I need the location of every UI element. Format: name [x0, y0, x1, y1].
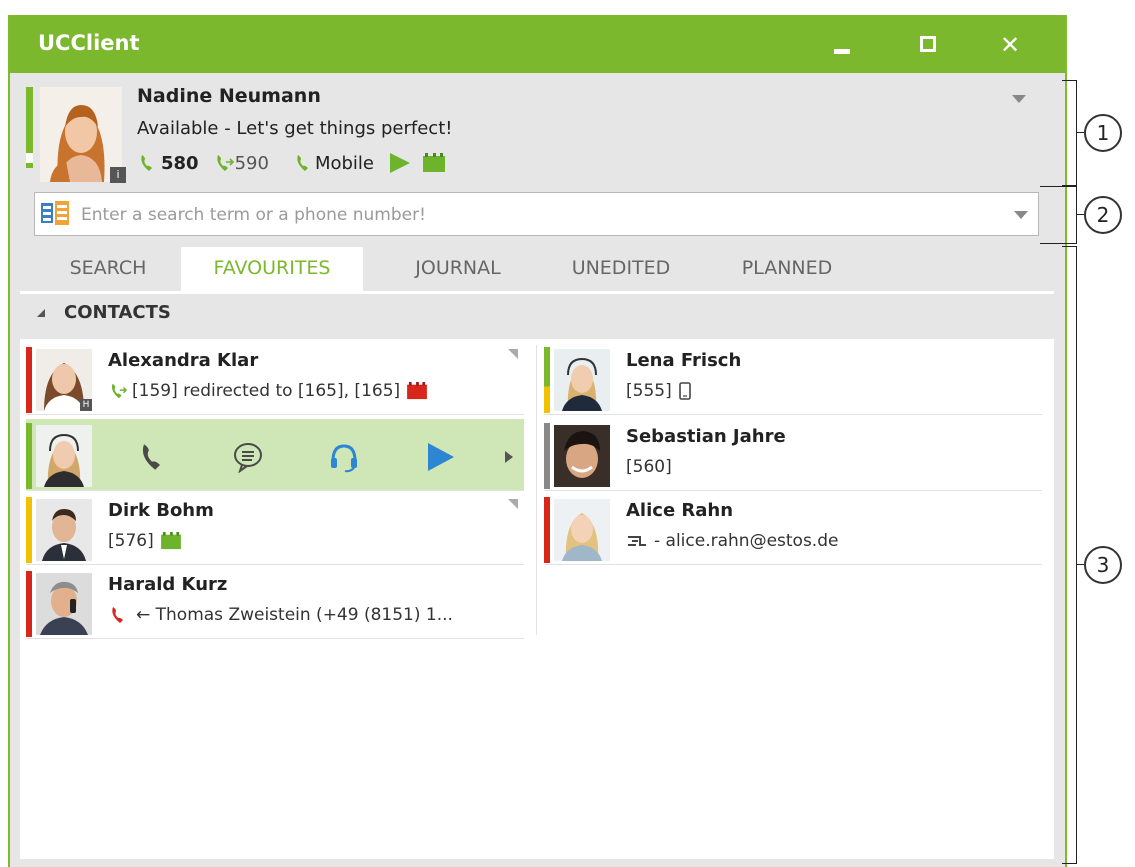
tab-planned[interactable]: PLANNED [696, 247, 878, 291]
avatar[interactable]: i [40, 87, 126, 183]
contact-card-lena-frisch[interactable]: Lena Frisch [555] [544, 343, 1042, 415]
forward-phone-icon [111, 383, 128, 399]
presence-bar [26, 497, 32, 563]
presence-bar [26, 423, 32, 489]
contact-detail: [159] redirected to [165], [165] [108, 381, 428, 401]
contact-detail-text: [576] [108, 531, 154, 551]
contact-name: Alexandra Klar [108, 350, 259, 371]
profile-menu-chevron-down-icon[interactable] [1012, 95, 1026, 103]
contact-detail-text: [159] redirected to [165], [165] [132, 381, 401, 401]
tab-favourites[interactable]: FAVOURITES [181, 247, 363, 291]
avatar: H [36, 349, 92, 411]
avatar [554, 349, 610, 411]
details-corner-icon[interactable] [508, 349, 518, 359]
headset-icon[interactable] [328, 441, 360, 473]
contact-detail: ← Thomas Zweistein (+49 (8151) 1... [108, 605, 453, 625]
title-bar: UCClient ✕ [10, 15, 1065, 73]
group-label: CONTACTS [64, 302, 171, 323]
forward-phone-icon [216, 155, 234, 171]
avatar [36, 573, 92, 635]
contact-name: Sebastian Jahre [626, 426, 786, 447]
tab-journal[interactable]: JOURNAL [370, 247, 546, 291]
chat-icon[interactable] [232, 441, 264, 473]
mobile-phone-icon [297, 155, 308, 171]
call-phone-icon[interactable] [136, 441, 168, 473]
avatar [554, 425, 610, 487]
more-chevron-right-icon[interactable] [502, 441, 516, 473]
profile-name: Nadine Neumann [137, 85, 321, 107]
callout-badge-2: 2 [1084, 196, 1122, 234]
contact-card-actions[interactable] [26, 419, 524, 491]
minimize-button[interactable] [822, 27, 858, 63]
contact-card-alice-rahn[interactable]: Alice Rahn - alice.rahn@estos.de [544, 493, 1042, 565]
play-icon[interactable] [388, 152, 412, 174]
maximize-button[interactable] [908, 27, 944, 63]
mobile-device-icon [678, 382, 691, 400]
search-box [34, 192, 1039, 236]
details-corner-icon[interactable] [508, 499, 518, 509]
callout-bracket-1 [1062, 80, 1077, 186]
presence-bar [26, 347, 32, 413]
callout-badge-3: 3 [1084, 546, 1122, 584]
contact-card-harald-kurz[interactable]: Harald Kurz ← Thomas Zweistein (+49 (815… [26, 567, 524, 639]
phone-icon [141, 155, 152, 171]
contact-card-dirk-bohm[interactable]: Dirk Bohm [576] [26, 493, 524, 565]
callout-leader [1076, 214, 1084, 215]
info-icon[interactable]: i [110, 167, 126, 183]
contact-name: Lena Frisch [626, 350, 742, 371]
profile-status-text[interactable]: Available - Let's get things perfect! [137, 118, 452, 139]
avatar [554, 499, 610, 561]
profile-lines: 580 590 Mobile [137, 152, 446, 174]
contact-name: Harald Kurz [108, 574, 228, 595]
line-secondary[interactable]: 590 [235, 153, 269, 174]
callout-bracket-2 [1040, 186, 1077, 244]
address-book-icon [41, 201, 69, 225]
contact-detail-text: [560] [626, 457, 672, 477]
active-call-phone-icon [112, 607, 123, 623]
calendar-icon [160, 532, 181, 550]
callout-badge-1: 1 [1084, 114, 1122, 152]
contact-detail: [560] [626, 457, 672, 477]
avatar [36, 499, 92, 561]
contact-detail: - alice.rahn@estos.de [626, 531, 838, 551]
close-button[interactable]: ✕ [992, 27, 1028, 63]
calendar-icon[interactable] [422, 153, 446, 173]
contacts-group-header[interactable]: CONTACTS [36, 302, 171, 323]
contact-detail: [555] [626, 381, 692, 401]
collapse-triangle-icon [37, 308, 45, 317]
line-primary[interactable]: 580 [161, 153, 199, 174]
calendar-busy-icon [407, 382, 428, 400]
presence-bar [26, 571, 32, 637]
favourites-panel: H Alexandra Klar [159] redirected to [16… [20, 339, 1054, 859]
play-icon[interactable] [424, 441, 456, 473]
tab-unedited[interactable]: UNEDITED [530, 247, 712, 291]
contact-detail-text: - alice.rahn@estos.de [654, 531, 839, 551]
callout-bracket-3 [1062, 246, 1077, 864]
tab-bar: SEARCH FAVOURITES JOURNAL UNEDITED PLANN… [20, 247, 1054, 294]
window-title: UCClient [38, 31, 140, 55]
presence-bar [26, 87, 33, 168]
contact-detail-text: ← Thomas Zweistein (+49 (8151) 1... [136, 605, 453, 625]
presence-bar [544, 423, 550, 489]
search-input[interactable] [79, 202, 983, 228]
contact-card-sebastian-jahre[interactable]: Sebastian Jahre [560] [544, 419, 1042, 491]
contact-name: Alice Rahn [626, 500, 734, 521]
column-divider [536, 345, 537, 635]
contact-name: Dirk Bohm [108, 500, 214, 521]
line-mobile[interactable]: Mobile [315, 153, 374, 174]
user-profile: i Nadine Neumann Available - Let's get t… [26, 72, 1042, 184]
search-dropdown-chevron-down-icon[interactable] [1014, 211, 1028, 219]
tab-search[interactable]: SEARCH [40, 247, 176, 291]
contact-detail-text: [555] [626, 381, 672, 401]
contact-detail: [576] [108, 531, 182, 551]
avatar [36, 425, 92, 487]
info-icon[interactable]: H [80, 399, 92, 411]
email-redirect-icon [628, 536, 646, 546]
callout-leader [1076, 132, 1084, 133]
callout-leader [1076, 564, 1084, 565]
contact-card-alexandra-klar[interactable]: H Alexandra Klar [159] redirected to [16… [26, 343, 524, 415]
presence-bar [544, 347, 550, 413]
presence-bar [544, 497, 550, 563]
